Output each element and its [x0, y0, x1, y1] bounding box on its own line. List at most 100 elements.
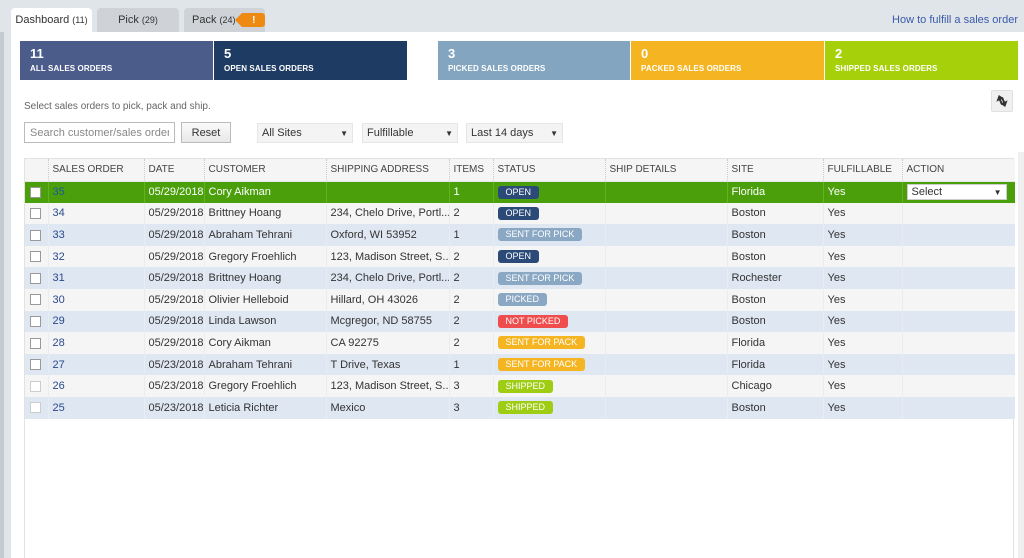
status-badge: PICKED [497, 293, 548, 307]
column-header [25, 159, 48, 182]
table-row[interactable]: 35 05/29/2018 Cory Aikman 1 OPEN Florida Yes Se… [25, 181, 1015, 203]
status-badge: NOT PICKED [497, 314, 569, 328]
table-row[interactable]: 28 05/29/2018 Cory Aikman CA 92275 2 SENT FOR… [25, 332, 1015, 354]
column-header[interactable]: ACTION [901, 159, 1015, 182]
site-name: Rochester [726, 267, 823, 289]
dashboard-panel: 11 ALL SALES ORDERS 5 OPEN SALES ORDERS … [11, 32, 1024, 558]
sales-order-link[interactable]: 30 [47, 288, 144, 311]
action-cell [901, 310, 1015, 333]
order-date: 05/23/2018 [143, 375, 204, 397]
fulfillable-value: Yes [822, 310, 902, 333]
sales-order-link[interactable]: 28 [47, 332, 144, 354]
site-name: Florida [726, 353, 823, 376]
period-filter-select[interactable]: Last 14 days ▼ [466, 123, 563, 143]
card-label: PICKED SALES ORDERS [448, 64, 546, 73]
item-count: 1 [448, 353, 493, 376]
shipping-address [325, 181, 449, 203]
table-row[interactable]: 27 05/23/2018 Abraham Tehrani T Drive, Texa… [25, 353, 1015, 376]
row-checkbox[interactable] [30, 294, 41, 306]
row-checkbox-cell [25, 353, 48, 376]
sales-orders-table: SALES ORDER DATE CUSTOMER SHIPPING ADDRESS I… [25, 159, 1015, 419]
table-row[interactable]: 30 05/29/2018 Olivier Helleboid Hillard, OH… [25, 288, 1015, 311]
row-checkbox[interactable] [30, 207, 41, 219]
customer-name: Cory Aikman [203, 332, 326, 354]
sales-order-link[interactable]: 33 [47, 224, 144, 246]
row-checkbox[interactable] [30, 315, 41, 327]
action-cell [901, 288, 1015, 311]
sales-order-link[interactable]: 26 [47, 375, 144, 397]
customer-name: Linda Lawson [203, 310, 326, 333]
column-header[interactable]: SHIPPING ADDRESS [325, 159, 449, 182]
column-header[interactable]: DATE [143, 159, 204, 182]
shipping-address: Mcgregor, ND 58755 [325, 310, 449, 333]
fulfillable-value: Yes [822, 245, 902, 268]
card-label: OPEN SALES ORDERS [224, 64, 314, 73]
order-date: 05/23/2018 [143, 353, 204, 376]
status-cell: SENT FOR PICK [492, 267, 605, 289]
table-row[interactable]: 33 05/29/2018 Abraham Tehrani Oxford, WI 53… [25, 224, 1015, 246]
chevron-down-icon: ▼ [445, 128, 453, 138]
reset-button[interactable]: Reset [181, 122, 231, 143]
sales-order-link[interactable]: 29 [47, 310, 144, 333]
row-checkbox[interactable] [30, 380, 41, 392]
summary-card-packed[interactable]: 0 PACKED SALES ORDERS [631, 41, 824, 80]
row-checkbox[interactable] [30, 402, 41, 414]
sales-order-link[interactable]: 25 [47, 396, 144, 419]
table-row[interactable]: 31 05/29/2018 Brittney Hoang 234, Chelo Dri… [25, 267, 1015, 289]
table-header-row: SALES ORDER DATE CUSTOMER SHIPPING ADDRESS I… [25, 159, 1015, 182]
table-row[interactable]: 34 05/29/2018 Brittney Hoang 234, Chelo Dri… [25, 202, 1015, 225]
row-checkbox[interactable] [30, 359, 41, 371]
fulfillment-filter-select[interactable]: Fulfillable ▼ [362, 123, 458, 143]
row-checkbox-cell [25, 245, 48, 268]
sales-order-link[interactable]: 34 [47, 202, 144, 225]
card-label: ALL SALES ORDERS [30, 64, 113, 73]
search-input[interactable] [24, 122, 175, 143]
summary-card-picked[interactable]: 3 PICKED SALES ORDERS [438, 41, 630, 80]
table-row[interactable]: 26 05/23/2018 Gregory Froehlich 123, Madiso… [25, 375, 1015, 397]
item-count: 2 [448, 310, 493, 333]
column-header[interactable]: STATUS [492, 159, 605, 182]
row-checkbox[interactable] [30, 337, 41, 349]
tab-pack[interactable]: Pack (24) ! [184, 8, 265, 32]
table-row[interactable]: 25 05/23/2018 Leticia Richter Mexico 3 SHIPPE… [25, 396, 1015, 419]
column-header[interactable]: SHIP DETAILS [604, 159, 727, 182]
column-header[interactable]: SALES ORDER [47, 159, 144, 182]
tab-dashboard[interactable]: Dashboard (11) [11, 8, 92, 32]
action-select[interactable]: Select ▼ [906, 184, 1007, 201]
status-badge: OPEN [497, 250, 540, 264]
column-header[interactable]: ITEMS [448, 159, 493, 182]
status-badge: OPEN [497, 185, 540, 199]
table-row[interactable]: 32 05/29/2018 Gregory Froehlich 123, Madiso… [25, 245, 1015, 268]
status-badge: SENT FOR PICK [497, 271, 583, 285]
scrollbar[interactable] [1018, 152, 1024, 558]
sales-order-link[interactable]: 31 [47, 267, 144, 289]
row-checkbox[interactable] [30, 272, 41, 284]
item-count: 3 [448, 375, 493, 397]
column-header[interactable]: CUSTOMER [203, 159, 326, 182]
row-checkbox[interactable] [30, 229, 41, 241]
table-row[interactable]: 29 05/29/2018 Linda Lawson Mcgregor, ND 587… [25, 310, 1015, 333]
summary-card-open[interactable]: 5 OPEN SALES ORDERS [214, 41, 407, 80]
chevron-down-icon: ▼ [550, 128, 558, 138]
item-count: 2 [448, 332, 493, 354]
sales-order-link[interactable]: 32 [47, 245, 144, 268]
tab-label: Pack [192, 14, 217, 26]
site-filter-select[interactable]: All Sites ▼ [257, 123, 353, 143]
tab-pick[interactable]: Pick (29) [97, 8, 179, 32]
item-count: 2 [448, 267, 493, 289]
sales-order-link[interactable]: 27 [47, 353, 144, 376]
row-checkbox[interactable] [30, 251, 41, 263]
refresh-button[interactable] [991, 90, 1013, 112]
row-checkbox-cell [25, 181, 48, 203]
sales-order-link[interactable]: 35 [47, 181, 144, 203]
action-cell [901, 353, 1015, 376]
status-badge: SENT FOR PICK [497, 228, 583, 242]
ship-details [604, 375, 727, 397]
summary-card-all[interactable]: 11 ALL SALES ORDERS [20, 41, 213, 80]
shipping-address: 123, Madison Street, S... [325, 245, 449, 268]
row-checkbox[interactable] [30, 186, 41, 198]
column-header[interactable]: SITE [726, 159, 823, 182]
summary-card-shipped[interactable]: 2 SHIPPED SALES ORDERS [825, 41, 1018, 80]
help-link[interactable]: How to fulfill a sales order [892, 14, 1018, 26]
column-header[interactable]: FULFILLABLE [822, 159, 902, 182]
